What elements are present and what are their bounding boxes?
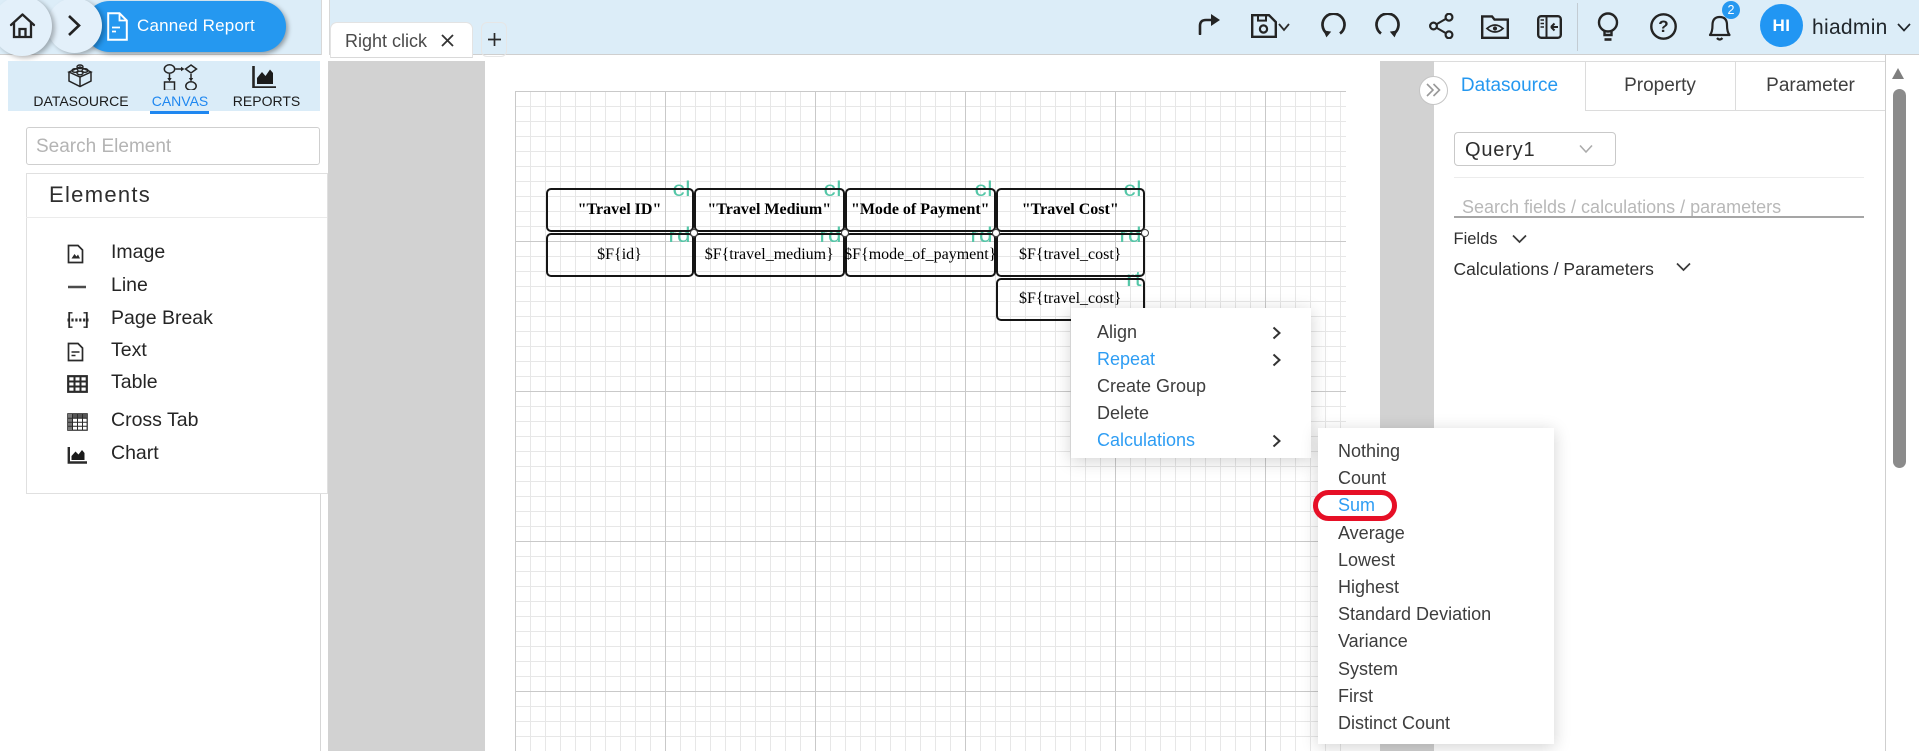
svg-text:?: ?	[1658, 17, 1668, 36]
